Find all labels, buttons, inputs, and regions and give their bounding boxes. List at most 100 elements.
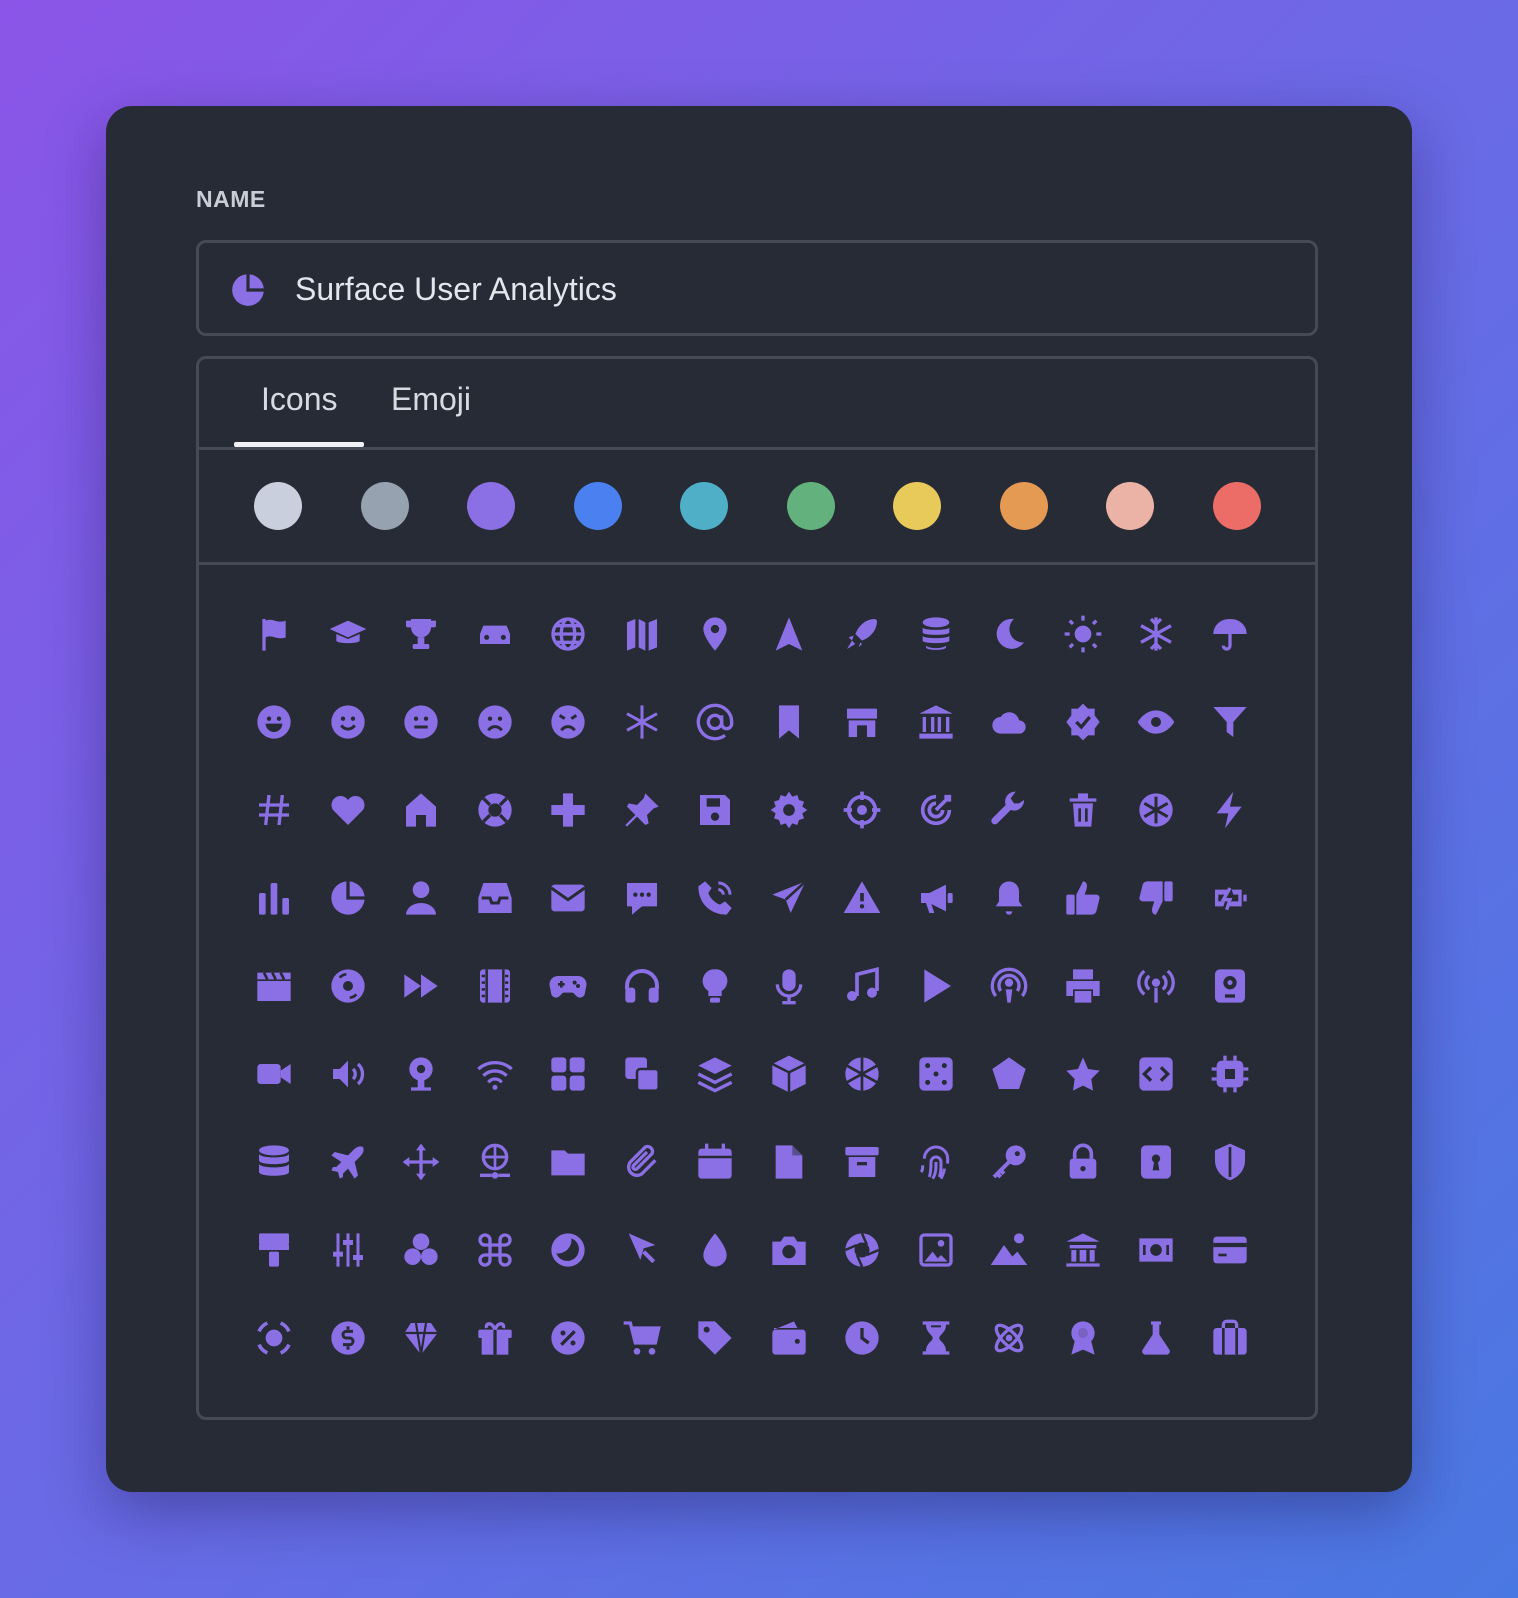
globe-icon[interactable] [538,604,598,664]
moon-icon[interactable] [979,604,1039,664]
snowflake-circle-icon[interactable] [1126,780,1186,840]
floppy-disk-icon[interactable] [685,780,745,840]
music-note-icon[interactable] [832,956,892,1016]
fast-forward-icon[interactable] [391,956,451,1016]
calendar-icon[interactable] [685,1132,745,1192]
neutral-face-icon[interactable] [391,692,451,752]
lightbulb-icon[interactable] [685,956,745,1016]
color-swatch-1[interactable] [254,482,302,530]
landscape-icon[interactable] [979,1220,1039,1280]
heart-icon[interactable] [318,780,378,840]
phone-icon[interactable] [685,868,745,928]
gift-icon[interactable] [465,1308,525,1368]
globe-network-icon[interactable] [465,1132,525,1192]
color-swatch-6[interactable] [786,482,835,530]
envelope-icon[interactable] [538,868,598,928]
thumbs-down-icon[interactable] [1126,868,1186,928]
copy-icon[interactable] [612,1044,672,1104]
flask-icon[interactable] [1126,1308,1186,1368]
filter-icon[interactable] [1200,692,1260,752]
film-icon[interactable] [465,956,525,1016]
rocket-icon[interactable] [832,604,892,664]
paint-roller-icon[interactable] [244,1220,304,1280]
bank-icon[interactable] [906,692,966,752]
clock-icon[interactable] [832,1308,892,1368]
atom-icon[interactable] [979,1308,1039,1368]
focus-circle-icon[interactable] [244,1308,304,1368]
grid-apps-icon[interactable] [538,1044,598,1104]
tag-icon[interactable] [685,1308,745,1368]
color-swatch-4[interactable] [573,482,622,530]
move-arrows-icon[interactable] [391,1132,451,1192]
lightning-icon[interactable] [1200,780,1260,840]
angry-face-icon[interactable] [538,692,598,752]
tab-icons[interactable]: Icons [261,381,337,418]
cube-icon[interactable] [759,1044,819,1104]
cloud-icon[interactable] [979,692,1039,752]
dice-icon[interactable] [906,1044,966,1104]
wifi-icon[interactable] [465,1044,525,1104]
credit-card-icon[interactable] [1200,1220,1260,1280]
podcast-icon[interactable] [979,956,1039,1016]
crosshair-icon[interactable] [832,780,892,840]
microphone-icon[interactable] [759,956,819,1016]
database-icon[interactable] [244,1132,304,1192]
color-swatch-5[interactable] [680,482,728,530]
flag-icon[interactable] [244,604,304,664]
tab-emoji[interactable]: Emoji [391,381,471,418]
hourglass-icon[interactable] [906,1308,966,1368]
asterisk-icon[interactable] [612,692,672,752]
eye-icon[interactable] [1126,692,1186,752]
map-icon[interactable] [612,604,672,664]
layers-icon[interactable] [685,1044,745,1104]
store-icon[interactable] [832,692,892,752]
speaker-icon[interactable] [1200,956,1260,1016]
airplane-icon[interactable] [318,1132,378,1192]
video-camera-icon[interactable] [244,1044,304,1104]
plus-icon[interactable] [538,780,598,840]
home-icon[interactable] [391,780,451,840]
warning-icon[interactable] [832,868,892,928]
name-field[interactable] [196,240,1318,336]
color-swatch-8[interactable] [999,482,1048,530]
snowflake-hex-icon[interactable] [832,1044,892,1104]
bar-chart-icon[interactable] [244,868,304,928]
navigation-arrow-icon[interactable] [759,604,819,664]
fingerprint-icon[interactable] [906,1132,966,1192]
sliders-icon[interactable] [318,1220,378,1280]
clapperboard-icon[interactable] [244,956,304,1016]
snowflake-icon[interactable] [1126,604,1186,664]
volume-icon[interactable] [318,1044,378,1104]
dollar-coin-icon[interactable] [318,1308,378,1368]
car-icon[interactable] [465,604,525,664]
broadcast-icon[interactable] [1126,956,1186,1016]
folder-icon[interactable] [538,1132,598,1192]
color-swatch-10[interactable] [1212,482,1261,530]
thumbs-up-icon[interactable] [1053,868,1113,928]
aperture-icon[interactable] [832,1220,892,1280]
pie-chart-icon[interactable] [229,271,267,309]
key-icon[interactable] [979,1132,1039,1192]
command-icon[interactable] [465,1220,525,1280]
verified-badge-icon[interactable] [1053,692,1113,752]
shield-icon[interactable] [1200,1132,1260,1192]
coins-stack-icon[interactable] [906,604,966,664]
pentagon-icon[interactable] [979,1044,1039,1104]
grin-face-icon[interactable] [244,692,304,752]
cpu-icon[interactable] [1200,1044,1260,1104]
pie-chart-icon[interactable] [318,868,378,928]
chat-bubble-icon[interactable] [612,868,672,928]
webcam-icon[interactable] [391,1044,451,1104]
sad-face-icon[interactable] [465,692,525,752]
user-icon[interactable] [391,868,451,928]
pin-icon[interactable] [612,780,672,840]
smile-face-icon[interactable] [318,692,378,752]
droplet-icon[interactable] [685,1220,745,1280]
paper-plane-icon[interactable] [759,868,819,928]
color-swatch-7[interactable] [893,482,941,530]
hash-icon[interactable] [244,780,304,840]
color-swatch-3[interactable] [467,482,515,530]
archive-icon[interactable] [832,1132,892,1192]
graduation-cap-icon[interactable] [318,604,378,664]
play-icon[interactable] [906,956,966,1016]
